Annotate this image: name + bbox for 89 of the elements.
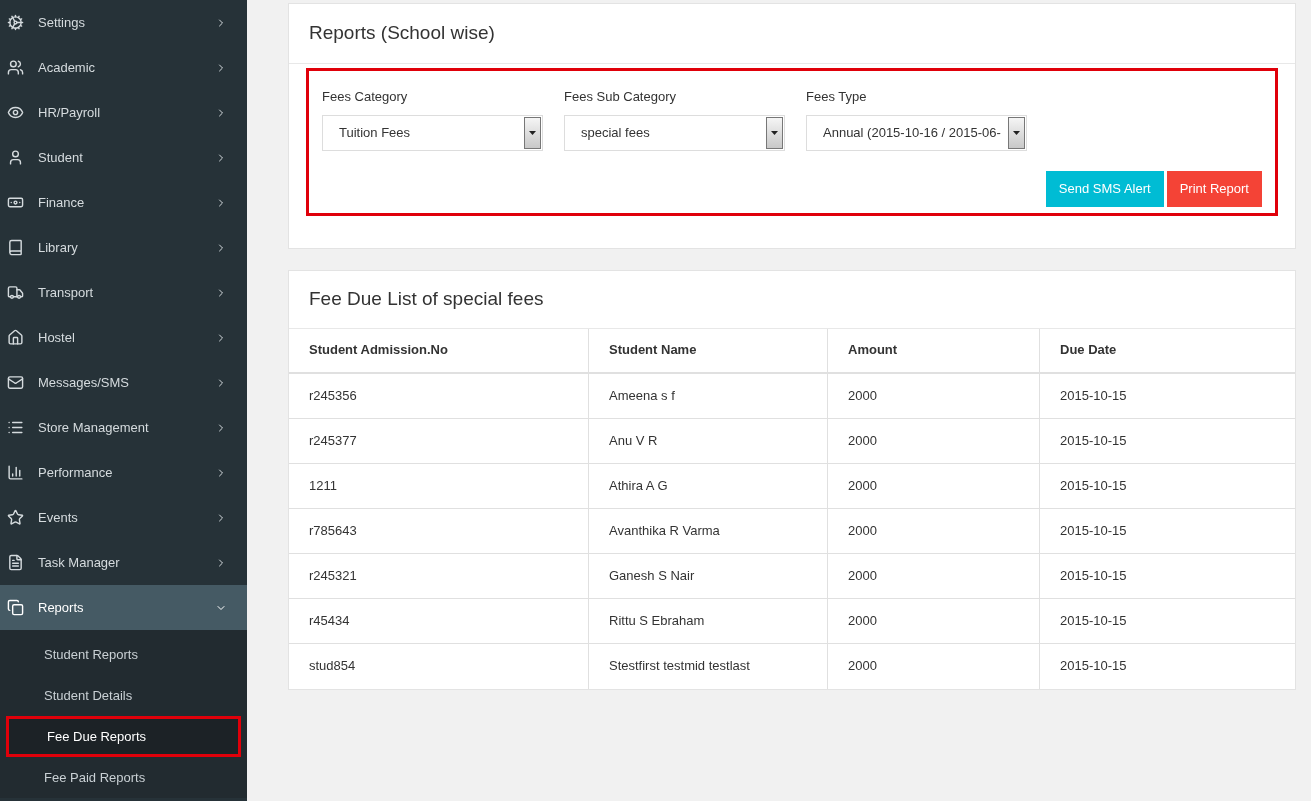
sidebar-label: Library	[38, 238, 79, 257]
table-cell: Avanthika R Varma	[589, 508, 828, 553]
sidebar-label: Academic	[38, 58, 97, 77]
table-cell-text: 2015-10-15	[1059, 611, 1128, 630]
sidebar-item[interactable]: Academic	[0, 45, 247, 90]
eye-icon	[7, 104, 24, 121]
sidebar-label: Finance	[38, 193, 86, 212]
person-icon	[7, 149, 24, 166]
sidebar-label: Student	[38, 148, 84, 167]
sidebar-item[interactable]: Messages/SMS	[0, 360, 247, 405]
sidebar-item[interactable]: Hostel	[0, 315, 247, 360]
sidebar-item[interactable]: Settings	[0, 0, 247, 45]
table-cell: r245356	[289, 373, 589, 418]
sidebar-label: Reports	[38, 598, 85, 617]
sidebar-item[interactable]: Student	[0, 135, 247, 180]
envelope-icon	[7, 374, 24, 391]
table-cell: 2000	[828, 643, 1040, 689]
card-title: Fee Due List of special fees	[289, 270, 1295, 329]
column-header: Student Name	[589, 328, 828, 372]
caret-icon	[766, 116, 783, 149]
caret-icon	[1008, 116, 1025, 149]
home-icon	[7, 329, 24, 346]
sidebar-label: Performance	[38, 463, 114, 482]
list-icon	[7, 419, 24, 436]
sidebar-item[interactable]: Store Management	[0, 405, 247, 450]
truck-icon	[7, 284, 24, 301]
field-label: Fees Type	[806, 88, 868, 106]
sidebar-label: Hostel	[38, 328, 76, 347]
column-header: Student Admission.No	[289, 328, 589, 372]
table-cell-text: 2015-10-15	[1059, 657, 1128, 676]
bar-chart-icon	[7, 464, 24, 481]
table-cell: 2000	[828, 463, 1040, 508]
document-icon	[7, 554, 24, 571]
table-cell: r785643	[289, 508, 589, 553]
star-icon	[7, 509, 24, 526]
table-cell-text: 2015-10-15	[1059, 521, 1128, 540]
submenu-item[interactable]: Student Details	[6, 675, 241, 716]
field-label: Fees Sub Category	[564, 88, 677, 106]
sidebar-label: Settings	[38, 13, 86, 32]
table-cell: r245321	[289, 553, 589, 598]
dropdown-field[interactable]: Annual (2015-10-16 / 2015-06-	[806, 114, 1027, 151]
table-cell-text: 2015-10-15	[1059, 386, 1128, 405]
sidebar-label: Transport	[38, 283, 95, 302]
table-cell: 2000	[828, 373, 1040, 418]
gears-icon	[7, 14, 24, 31]
book-icon	[7, 239, 24, 256]
column-header: Due Date	[1059, 341, 1118, 360]
table-cell: 2000	[828, 598, 1040, 643]
sidebar-label: Store Management	[38, 418, 150, 437]
submenu-item[interactable]: Student Reports	[6, 634, 241, 675]
sidebar-item[interactable]: Library	[0, 225, 247, 270]
people-icon	[7, 59, 24, 76]
table-cell: 2000	[828, 418, 1040, 463]
table-cell: Athira A G	[589, 463, 828, 508]
table-cell: r45434	[289, 598, 589, 643]
caret-icon	[524, 116, 541, 149]
sidebar-item[interactable]: Events	[0, 495, 247, 540]
table-cell: stud854	[289, 643, 589, 689]
copy-icon	[7, 599, 24, 616]
table-cell: Ganesh S Nair	[589, 553, 828, 598]
table-cell: Stestfirst testmid testlast	[589, 643, 828, 689]
card-title: Reports (School wise)	[289, 4, 1295, 64]
sidebar-label: Events	[38, 508, 79, 527]
sidebar-label: HR/Payroll	[38, 103, 102, 122]
dropdown-field[interactable]: special fees	[564, 114, 785, 151]
table-cell: Anu V R	[589, 418, 828, 463]
table-cell-text: 2015-10-15	[1059, 476, 1128, 495]
table-cell: r245377	[289, 418, 589, 463]
sidebar-item[interactable]: Performance	[0, 450, 247, 495]
table-cell: 1211	[289, 463, 589, 508]
sidebar-item[interactable]: Transport	[0, 270, 247, 315]
table-cell-text: 2015-10-15	[1059, 431, 1128, 450]
sidebar-item[interactable]: HR/Payroll	[0, 90, 247, 135]
submenu-item[interactable]: Fee Paid Reports	[6, 757, 241, 798]
table-cell: Ameena s f	[589, 373, 828, 418]
sidebar-item[interactable]: Task Manager	[0, 540, 247, 585]
sidebar-label: Task Manager	[38, 553, 121, 572]
dropdown-field[interactable]: Tuition Fees	[322, 114, 543, 151]
action-button[interactable]: Print Report	[1166, 170, 1262, 207]
table-cell: 2000	[828, 508, 1040, 553]
sidebar-label: Messages/SMS	[38, 373, 131, 392]
table-cell: Rittu S Ebraham	[589, 598, 828, 643]
table-cell-text: 2015-10-15	[1059, 566, 1128, 585]
sidebar-item[interactable]: Reports	[0, 585, 247, 630]
field-label: Fees Category	[322, 88, 409, 106]
column-header: Amount	[828, 328, 1040, 372]
table-cell: 2000	[828, 553, 1040, 598]
submenu-item[interactable]: Fee Due Reports	[6, 716, 241, 757]
sidebar-item[interactable]: Finance	[0, 180, 247, 225]
